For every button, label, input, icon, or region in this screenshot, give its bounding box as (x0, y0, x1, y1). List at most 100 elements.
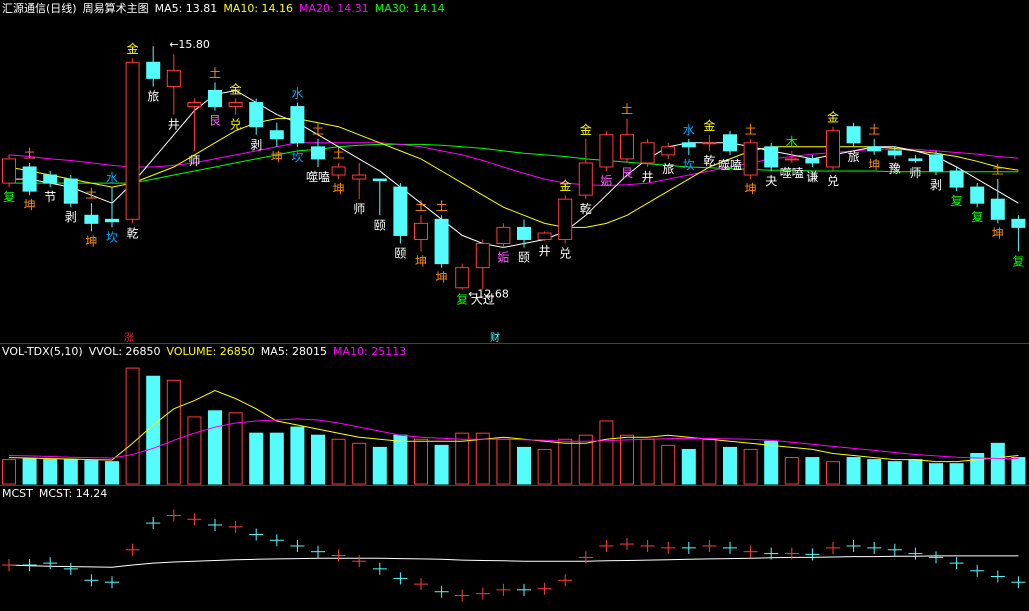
hexagram-label: 复 (456, 292, 468, 306)
hexagram-label: 剥 (65, 210, 77, 224)
volume-bar (22, 458, 37, 485)
ma20-readout: MA20: 14.31 (299, 2, 369, 15)
candle-body (784, 158, 799, 161)
hexagram-label: 噬嗑 (780, 165, 804, 180)
hexagram-label: 井 (642, 170, 654, 184)
ma30-readout: MA30: 14.14 (374, 2, 445, 15)
candle-body (929, 154, 943, 172)
pane-divider-volume[interactable] (0, 343, 1029, 344)
hexagram-label: 井 (168, 118, 180, 132)
volume-bar (249, 432, 264, 485)
vol-ma5-readout: MA5: 28015 (260, 345, 328, 358)
volume-bar (43, 459, 58, 485)
candle-body (949, 170, 964, 188)
volume-bar (908, 459, 923, 485)
vol-indicator-name[interactable]: VOL-TDX(5,10) (2, 345, 83, 358)
hexagram-label: 坤 (415, 254, 427, 269)
volume-bar (290, 426, 305, 485)
hexagram-label: 乾 (580, 202, 592, 216)
candle-body (558, 198, 573, 240)
volume-ma5-line (8, 389, 1019, 463)
hexagram-label: 姤 (497, 251, 509, 265)
candle-body (249, 102, 264, 128)
candle-body (187, 102, 202, 108)
volume-bar (166, 379, 181, 485)
hexagram-label: 坤 (745, 181, 757, 196)
candle-body (970, 186, 985, 204)
element-label: 金 (230, 82, 242, 97)
candle-body (2, 158, 16, 184)
hexagram-label: 颐 (374, 218, 386, 232)
element-label: 金 (827, 110, 839, 125)
volume-bar (599, 420, 614, 485)
element-label: 土 (621, 103, 633, 117)
volume-pane[interactable] (0, 359, 1029, 485)
volume-bar (764, 440, 779, 485)
hexagram-label: 坎 (106, 230, 118, 244)
ma10-line (8, 118, 1019, 228)
candle-body (331, 166, 346, 176)
pane-divider-mcst[interactable] (0, 485, 1029, 486)
chart-stage: 汇源通信(日线) 周易算术主图 MA5: 13.81 MA10: 14.16 MA20:… (0, 0, 1029, 611)
hexagram-label: 剥 (930, 178, 942, 192)
candle-body (517, 226, 531, 240)
mcst-line (8, 555, 1019, 568)
candle-body (43, 174, 58, 184)
candle-body (846, 126, 861, 144)
hexagram-label: 井 (539, 244, 551, 258)
mcst-pane[interactable] (0, 500, 1029, 611)
vol-ma10-readout: MA10: 25113 (333, 345, 407, 358)
stock-title[interactable]: 汇源通信(日线) (2, 2, 77, 15)
element-label: 土 (209, 66, 221, 80)
hexagram-label: 师 (909, 166, 921, 180)
hexagram-label: 复 (3, 190, 15, 204)
element-label: 土 (333, 147, 345, 161)
hexagram-label: 夬 (765, 174, 777, 188)
price-pane[interactable]: 复坤土节剥坤土坎水乾金旅井师艮土兑金剥坤 坎水噬嗑土坤土师颐颐坤土坤土复 大过姤颐井… (0, 16, 1029, 328)
volume-bar (867, 459, 882, 485)
candle-body (496, 226, 511, 244)
candle-body (105, 218, 119, 223)
volume-bar (2, 459, 16, 485)
volume-bar (990, 442, 1005, 485)
volume-bar (331, 438, 346, 485)
volume-bar (681, 448, 696, 485)
candle-body (1011, 218, 1026, 228)
candle-body (166, 69, 181, 87)
hexagram-label: 兑 (559, 246, 571, 260)
hexagram-label: 坎 (683, 158, 695, 172)
volume-bar (125, 367, 140, 485)
hexagram-label: 复 (971, 210, 983, 224)
candle-body (269, 130, 284, 140)
candle-body (455, 267, 470, 289)
element-label: 土 (745, 123, 757, 137)
ma20-line (8, 142, 1019, 187)
ma5-readout: MA5: 13.81 (154, 2, 218, 15)
volume-bar (187, 416, 202, 485)
candle-body (434, 218, 449, 265)
hexagram-label: 噬嗑 (306, 169, 330, 184)
high-price-annotation: ←15.80 (169, 38, 210, 51)
element-label: 金 (127, 41, 139, 56)
element-label: 水 (683, 123, 695, 137)
volume-bar (743, 448, 758, 485)
hexagram-label: 坤 (271, 149, 283, 164)
volume-bar (826, 461, 840, 485)
hexagram-label: 坤 (24, 197, 36, 212)
hexagram-label: 乾 (127, 226, 139, 240)
volume-bar (475, 432, 490, 485)
hexagram-label: 谦 (806, 170, 818, 184)
volume-header: VOL-TDX(5,10) VVOL: 26850 VOLUME: 26850 MA5… (2, 345, 412, 359)
candle-body (887, 150, 902, 156)
candle-body (537, 232, 552, 240)
volume-readout: VOLUME: 26850 (166, 345, 255, 358)
volume-bar (887, 461, 902, 485)
candle-body (640, 142, 655, 164)
mcst-indicator-name[interactable]: MCST (2, 487, 33, 500)
volume-bar (661, 444, 676, 485)
indicator-name[interactable]: 周易算术主图 (83, 2, 149, 15)
volume-bar (414, 438, 428, 485)
volume-bar (723, 446, 737, 485)
hexagram-label: 兑 (827, 174, 839, 188)
candle-body (311, 146, 325, 160)
